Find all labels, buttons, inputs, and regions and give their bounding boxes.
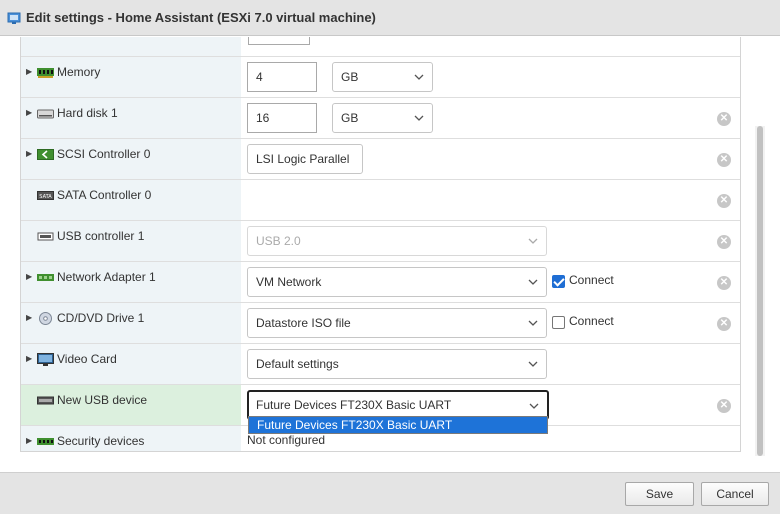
chevron-down-icon [528, 320, 538, 326]
scsi-controller-row: ▶ SCSI Controller 0 LSI Logic Parallel ✕ [21, 138, 740, 179]
video-card-label: Video Card [57, 352, 117, 366]
remove-usb-device-icon[interactable]: ✕ [717, 399, 731, 413]
expand-caret-icon[interactable]: ▶ [26, 313, 32, 322]
expand-caret-icon[interactable]: ▶ [26, 67, 32, 76]
cd-dvd-connect-checkbox[interactable] [552, 316, 565, 329]
remove-network-adapter-icon[interactable]: ✕ [717, 276, 731, 290]
hard-disk-unit-select[interactable]: GB [332, 103, 433, 133]
svg-text:SATA: SATA [39, 194, 52, 200]
cd-dvd-row: ▶ CD/DVD Drive 1 Datastore ISO file Conn… [21, 302, 740, 343]
edit-settings-icon [7, 12, 21, 24]
sata-controller-icon: SATA [37, 191, 54, 200]
cd-dvd-connect-label: Connect [569, 314, 614, 328]
usb-device-icon [37, 396, 54, 405]
partial-input[interactable] [248, 37, 310, 45]
network-connect-label: Connect [569, 273, 614, 287]
hard-disk-size-input[interactable]: 16 [247, 103, 317, 133]
usb-device-dropdown: Future Devices FT230X Basic UART [248, 416, 548, 434]
chevron-down-icon [528, 361, 538, 367]
chevron-down-icon [414, 115, 424, 121]
remove-scsi-controller-icon[interactable]: ✕ [717, 153, 731, 167]
scsi-type-select[interactable]: LSI Logic Parallel [247, 144, 363, 174]
remove-cd-dvd-icon[interactable]: ✕ [717, 317, 731, 331]
save-button[interactable]: Save [625, 482, 694, 506]
expand-caret-icon[interactable]: ▶ [26, 108, 32, 117]
expand-caret-icon[interactable]: ▶ [26, 354, 32, 363]
memory-row: ▶ Memory 4 GB [21, 56, 740, 97]
dialog-body: ▶ Memory 4 GB ▶ Hard disk 1 16 GB ✕ ▶ SC… [0, 37, 780, 472]
chevron-down-icon [414, 74, 424, 80]
chevron-down-icon [529, 403, 539, 409]
video-card-icon [37, 353, 54, 366]
remove-usb-controller-icon[interactable]: ✕ [717, 235, 731, 249]
sata-controller-label: SATA Controller 0 [57, 188, 152, 202]
memory-unit-select[interactable]: GB [332, 62, 433, 92]
video-settings-select[interactable]: Default settings [247, 349, 547, 379]
remove-sata-controller-icon[interactable]: ✕ [717, 194, 731, 208]
security-device-icon [37, 438, 54, 445]
network-adapter-icon [37, 274, 54, 281]
expand-caret-icon[interactable]: ▶ [26, 272, 32, 281]
cd-dvd-icon [39, 312, 52, 325]
network-select[interactable]: VM Network [247, 267, 547, 297]
expand-caret-icon[interactable]: ▶ [26, 149, 32, 158]
security-devices-value: Not configured [247, 433, 326, 447]
usb-controller-type-select[interactable]: USB 2.0 [247, 226, 547, 256]
dialog-footer: Save Cancel [0, 472, 780, 514]
security-devices-label: Security devices [57, 434, 145, 448]
dropdown-option[interactable]: Future Devices FT230X Basic UART [249, 417, 547, 433]
hard-disk-row: ▶ Hard disk 1 16 GB ✕ [21, 97, 740, 138]
scsi-controller-label: SCSI Controller 0 [57, 147, 151, 161]
scrollbar-thumb[interactable] [757, 126, 763, 456]
hard-disk-label: Hard disk 1 [57, 106, 118, 120]
network-connect-checkbox[interactable] [552, 275, 565, 288]
sata-controller-row: SATA SATA Controller 0 ✕ [21, 179, 740, 220]
network-adapter-row: ▶ Network Adapter 1 VM Network Connect ✕ [21, 261, 740, 302]
cancel-button[interactable]: Cancel [701, 482, 769, 506]
cd-dvd-source-select[interactable]: Datastore ISO file [247, 308, 547, 338]
chevron-down-icon [528, 238, 538, 244]
cd-dvd-label: CD/DVD Drive 1 [57, 311, 145, 325]
video-card-row: ▶ Video Card Default settings [21, 343, 740, 384]
hard-disk-icon [37, 109, 54, 119]
hardware-grid: ▶ Memory 4 GB ▶ Hard disk 1 16 GB ✕ ▶ SC… [20, 37, 741, 452]
expand-caret-icon[interactable]: ▶ [26, 436, 32, 445]
dialog-titlebar: Edit settings - Home Assistant (ESXi 7.0… [0, 0, 780, 36]
scrollbar[interactable] [755, 126, 765, 456]
remove-hard-disk-icon[interactable]: ✕ [717, 112, 731, 126]
usb-controller-row: USB controller 1 USB 2.0 ✕ [21, 220, 740, 261]
partial-row [21, 37, 740, 56]
usb-controller-label: USB controller 1 [57, 229, 145, 243]
memory-icon [37, 68, 54, 78]
chevron-down-icon [528, 279, 538, 285]
network-adapter-label: Network Adapter 1 [57, 270, 156, 284]
new-usb-device-label: New USB device [57, 393, 148, 407]
scsi-controller-icon [37, 149, 54, 160]
memory-label: Memory [57, 65, 101, 79]
memory-size-input[interactable]: 4 [247, 62, 317, 92]
dialog-title: Edit settings - Home Assistant (ESXi 7.0… [26, 10, 376, 25]
usb-icon [37, 232, 54, 241]
